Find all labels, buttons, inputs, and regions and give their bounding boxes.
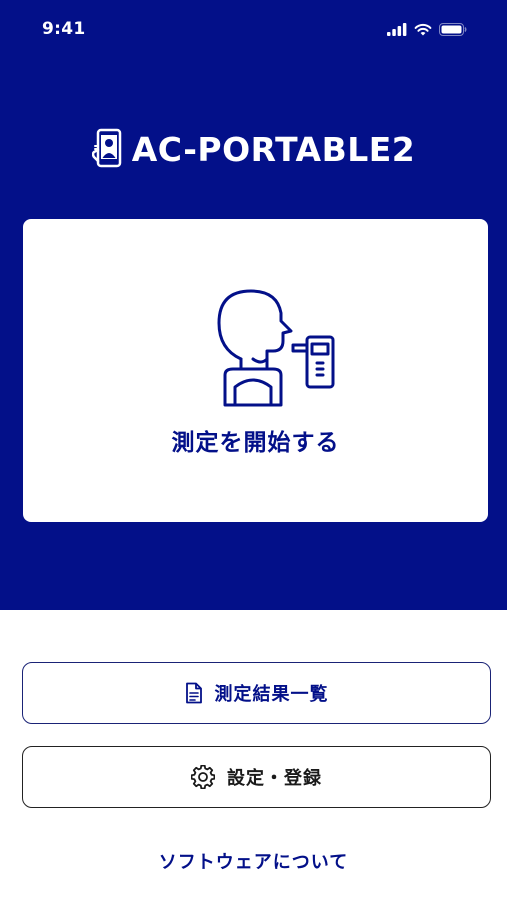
start-measurement-label: 測定を開始する bbox=[171, 430, 340, 456]
app-title: AC-PORTABLE2 bbox=[131, 129, 416, 169]
measurement-results-label: 測定結果一覧 bbox=[214, 684, 329, 705]
settings-registration-button[interactable]: 設定・登録 bbox=[22, 746, 491, 808]
start-measurement-card[interactable]: 測定を開始する bbox=[23, 219, 488, 522]
status-bar: 9:41 bbox=[0, 0, 507, 60]
settings-registration-label: 設定・登録 bbox=[227, 768, 322, 789]
app-brand: AC-PORTABLE2 bbox=[0, 126, 507, 172]
measurement-results-button[interactable]: 測定結果一覧 bbox=[22, 662, 491, 724]
gear-icon bbox=[191, 765, 215, 789]
about-software-link[interactable]: ソフトウェアについて bbox=[0, 848, 507, 874]
battery-icon bbox=[439, 22, 467, 36]
phone-person-icon bbox=[91, 128, 121, 168]
cellular-signal-icon bbox=[387, 22, 407, 36]
person-breathalyzer-icon bbox=[217, 289, 335, 407]
wifi-icon bbox=[414, 23, 432, 35]
document-icon bbox=[185, 682, 202, 704]
status-icons bbox=[387, 21, 467, 37]
status-time: 9:41 bbox=[42, 19, 86, 39]
